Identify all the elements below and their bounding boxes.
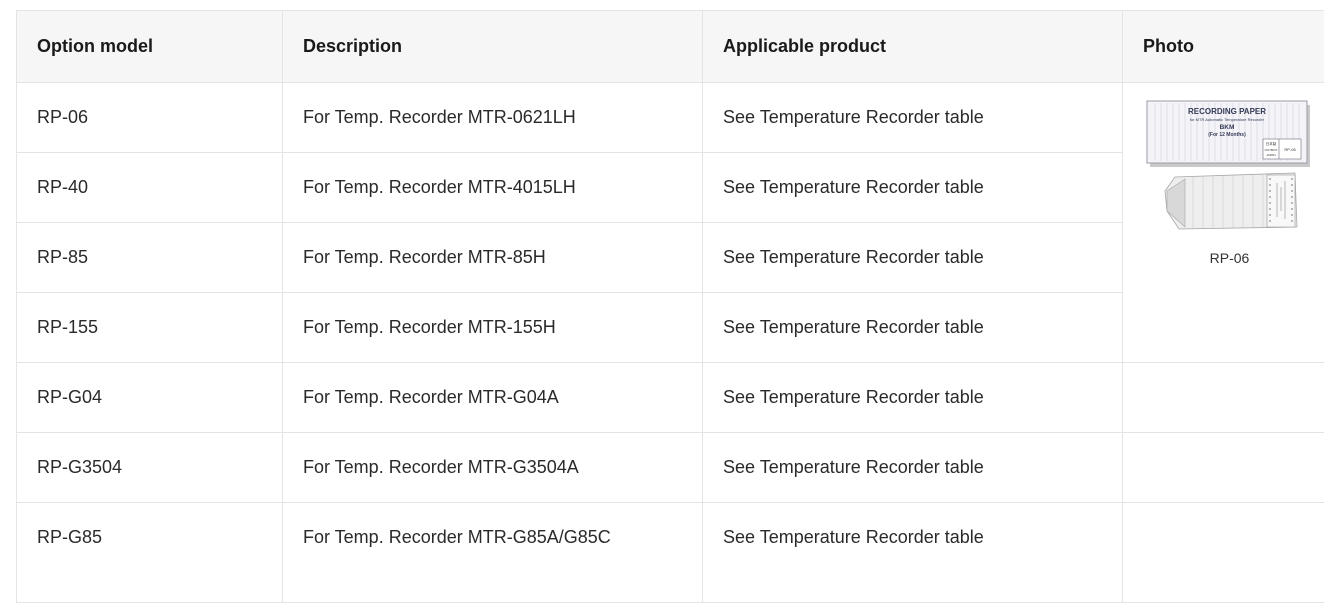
cell-description: For Temp. Recorder MTR-4015LH	[282, 152, 703, 223]
cell-description: For Temp. Recorder MTR-G04A	[282, 362, 703, 433]
cell-photo: RECORDING PAPER for MTR Automatic Temper…	[1122, 82, 1324, 363]
cell-applicable-product: See Temperature Recorder table	[702, 502, 1123, 603]
cell-applicable-product: See Temperature Recorder table	[702, 432, 1123, 503]
cell-description: For Temp. Recorder MTR-G85A/G85C	[282, 502, 703, 603]
cell-description: For Temp. Recorder MTR-G3504A	[282, 432, 703, 503]
cell-option-model: RP-06	[16, 82, 283, 153]
cell-applicable-product: See Temperature Recorder table	[702, 152, 1123, 223]
cell-description: For Temp. Recorder MTR-85H	[282, 222, 703, 293]
svg-text:日本製: 日本製	[1265, 141, 1276, 146]
cell-option-model: RP-G85	[16, 502, 283, 603]
cell-description: For Temp. Recorder MTR-0621LH	[282, 82, 703, 153]
svg-text:RP-06: RP-06	[1284, 147, 1296, 152]
option-table-container: Option model Description Applicable prod…	[16, 10, 1324, 606]
photo-box-title: RECORDING PAPER	[1187, 107, 1265, 116]
header-photo: Photo	[1122, 10, 1324, 83]
photo-box-period: (For 12 Months)	[1208, 132, 1246, 138]
cell-applicable-product: See Temperature Recorder table	[702, 222, 1123, 293]
recording-paper-photo: RECORDING PAPER for MTR Automatic Temper…	[1146, 100, 1310, 230]
cell-photo-empty	[1122, 432, 1324, 503]
table-row: RP-G04 For Temp. Recorder MTR-G04A See T…	[16, 362, 1324, 433]
photo-box-subtitle: for MTR Automatic Temperature Recorder	[1189, 117, 1264, 122]
cell-photo-empty	[1122, 362, 1324, 433]
table-row: RP-G3504 For Temp. Recorder MTR-G3504A S…	[16, 432, 1324, 503]
cell-option-model: RP-G3504	[16, 432, 283, 503]
photo-caption: RP-06	[1209, 250, 1250, 266]
cell-option-model: RP-G04	[16, 362, 283, 433]
cell-option-model: RP-40	[16, 152, 283, 223]
cell-option-model: RP-85	[16, 222, 283, 293]
table-row: RP-06 For Temp. Recorder MTR-0621LH See …	[16, 82, 1324, 363]
cell-photo-empty	[1122, 502, 1324, 603]
cell-applicable-product: See Temperature Recorder table	[702, 362, 1123, 433]
option-table: Option model Description Applicable prod…	[16, 10, 1324, 603]
svg-text:JAPAN: JAPAN	[1266, 153, 1275, 157]
photo-box-model: BKM	[1219, 124, 1234, 131]
header-option-model: Option model	[16, 10, 283, 83]
table-row: RP-G85 For Temp. Recorder MTR-G85A/G85C …	[16, 502, 1324, 603]
cell-applicable-product: See Temperature Recorder table	[702, 82, 1123, 153]
cell-applicable-product: See Temperature Recorder table	[702, 292, 1123, 363]
cell-description: For Temp. Recorder MTR-155H	[282, 292, 703, 363]
svg-text:OUTBOX: OUTBOX	[1264, 148, 1277, 152]
cell-option-model: RP-155	[16, 292, 283, 363]
table-header-row: Option model Description Applicable prod…	[16, 10, 1324, 83]
header-description: Description	[282, 10, 703, 83]
header-applicable-product: Applicable product	[702, 10, 1123, 83]
